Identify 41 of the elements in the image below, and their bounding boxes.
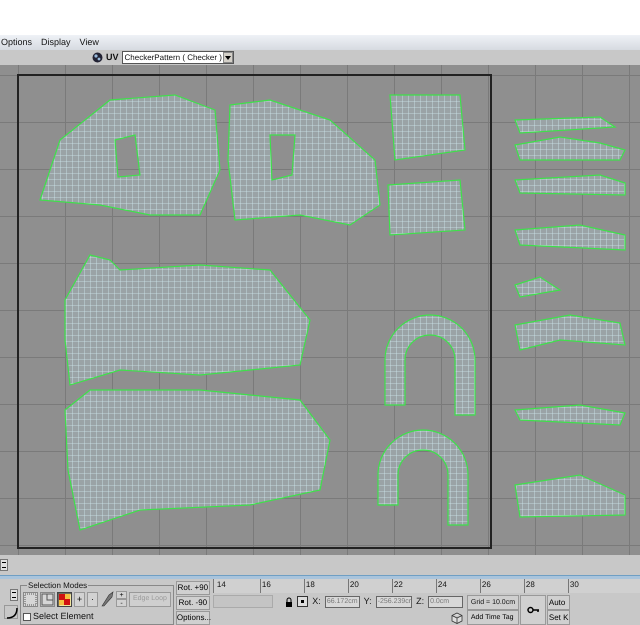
face-mode-button[interactable]	[57, 592, 72, 606]
key-button[interactable]	[520, 595, 546, 625]
ruler-label: 14	[216, 579, 227, 591]
lock-icon[interactable]	[285, 596, 294, 607]
checkbox[interactable]	[23, 612, 31, 621]
key-mode-button[interactable]: Set K	[546, 610, 570, 625]
absolute-mode-icon[interactable]	[297, 596, 308, 608]
shrink-button[interactable]: ·	[87, 592, 98, 606]
ruler-label: 18	[304, 579, 348, 593]
uv-label: UV	[106, 50, 119, 64]
ruler-label: 26	[480, 579, 524, 593]
cube-icon[interactable]	[450, 612, 463, 624]
ruler-label: 20	[348, 579, 392, 593]
axis-label: X:	[312, 595, 321, 608]
ruler-label: 30	[568, 579, 612, 593]
ruler-label: 22	[392, 579, 436, 593]
rotate-button[interactable]: Rot. -90	[176, 596, 210, 610]
curve-icon[interactable]	[4, 605, 18, 619]
spinner-icon[interactable]	[0, 559, 8, 571]
ruler-label: 28	[524, 579, 568, 593]
dropdown-caret-icon[interactable]	[222, 52, 233, 63]
key-mode-button[interactable]: Auto	[546, 595, 570, 610]
ruler-label: 16	[260, 579, 304, 593]
globe-icon[interactable]	[92, 52, 103, 63]
edge-mode-button[interactable]	[40, 592, 55, 606]
grow-button[interactable]: +	[74, 592, 85, 606]
vertex-mode-button[interactable]	[23, 592, 38, 606]
menu-item[interactable]: View	[80, 36, 99, 50]
axis-label: Z:	[416, 595, 424, 608]
rotate-button[interactable]: Rot. +90	[176, 581, 210, 595]
key-icon	[526, 606, 539, 614]
options-button[interactable]: Options...	[176, 611, 210, 625]
texture-dropdown[interactable]: CheckerPattern ( Checker )	[122, 51, 234, 64]
menu-item[interactable]: Options	[1, 36, 32, 50]
spinner-icon[interactable]	[10, 589, 18, 601]
axis-label: Y:	[364, 595, 372, 608]
ruler-label: 24	[436, 579, 480, 593]
menu-item[interactable]: Display	[41, 36, 71, 50]
time-slider-bar[interactable]	[212, 595, 274, 608]
brush-icon[interactable]	[100, 591, 114, 607]
checkbox-label: Select Element	[33, 610, 94, 623]
